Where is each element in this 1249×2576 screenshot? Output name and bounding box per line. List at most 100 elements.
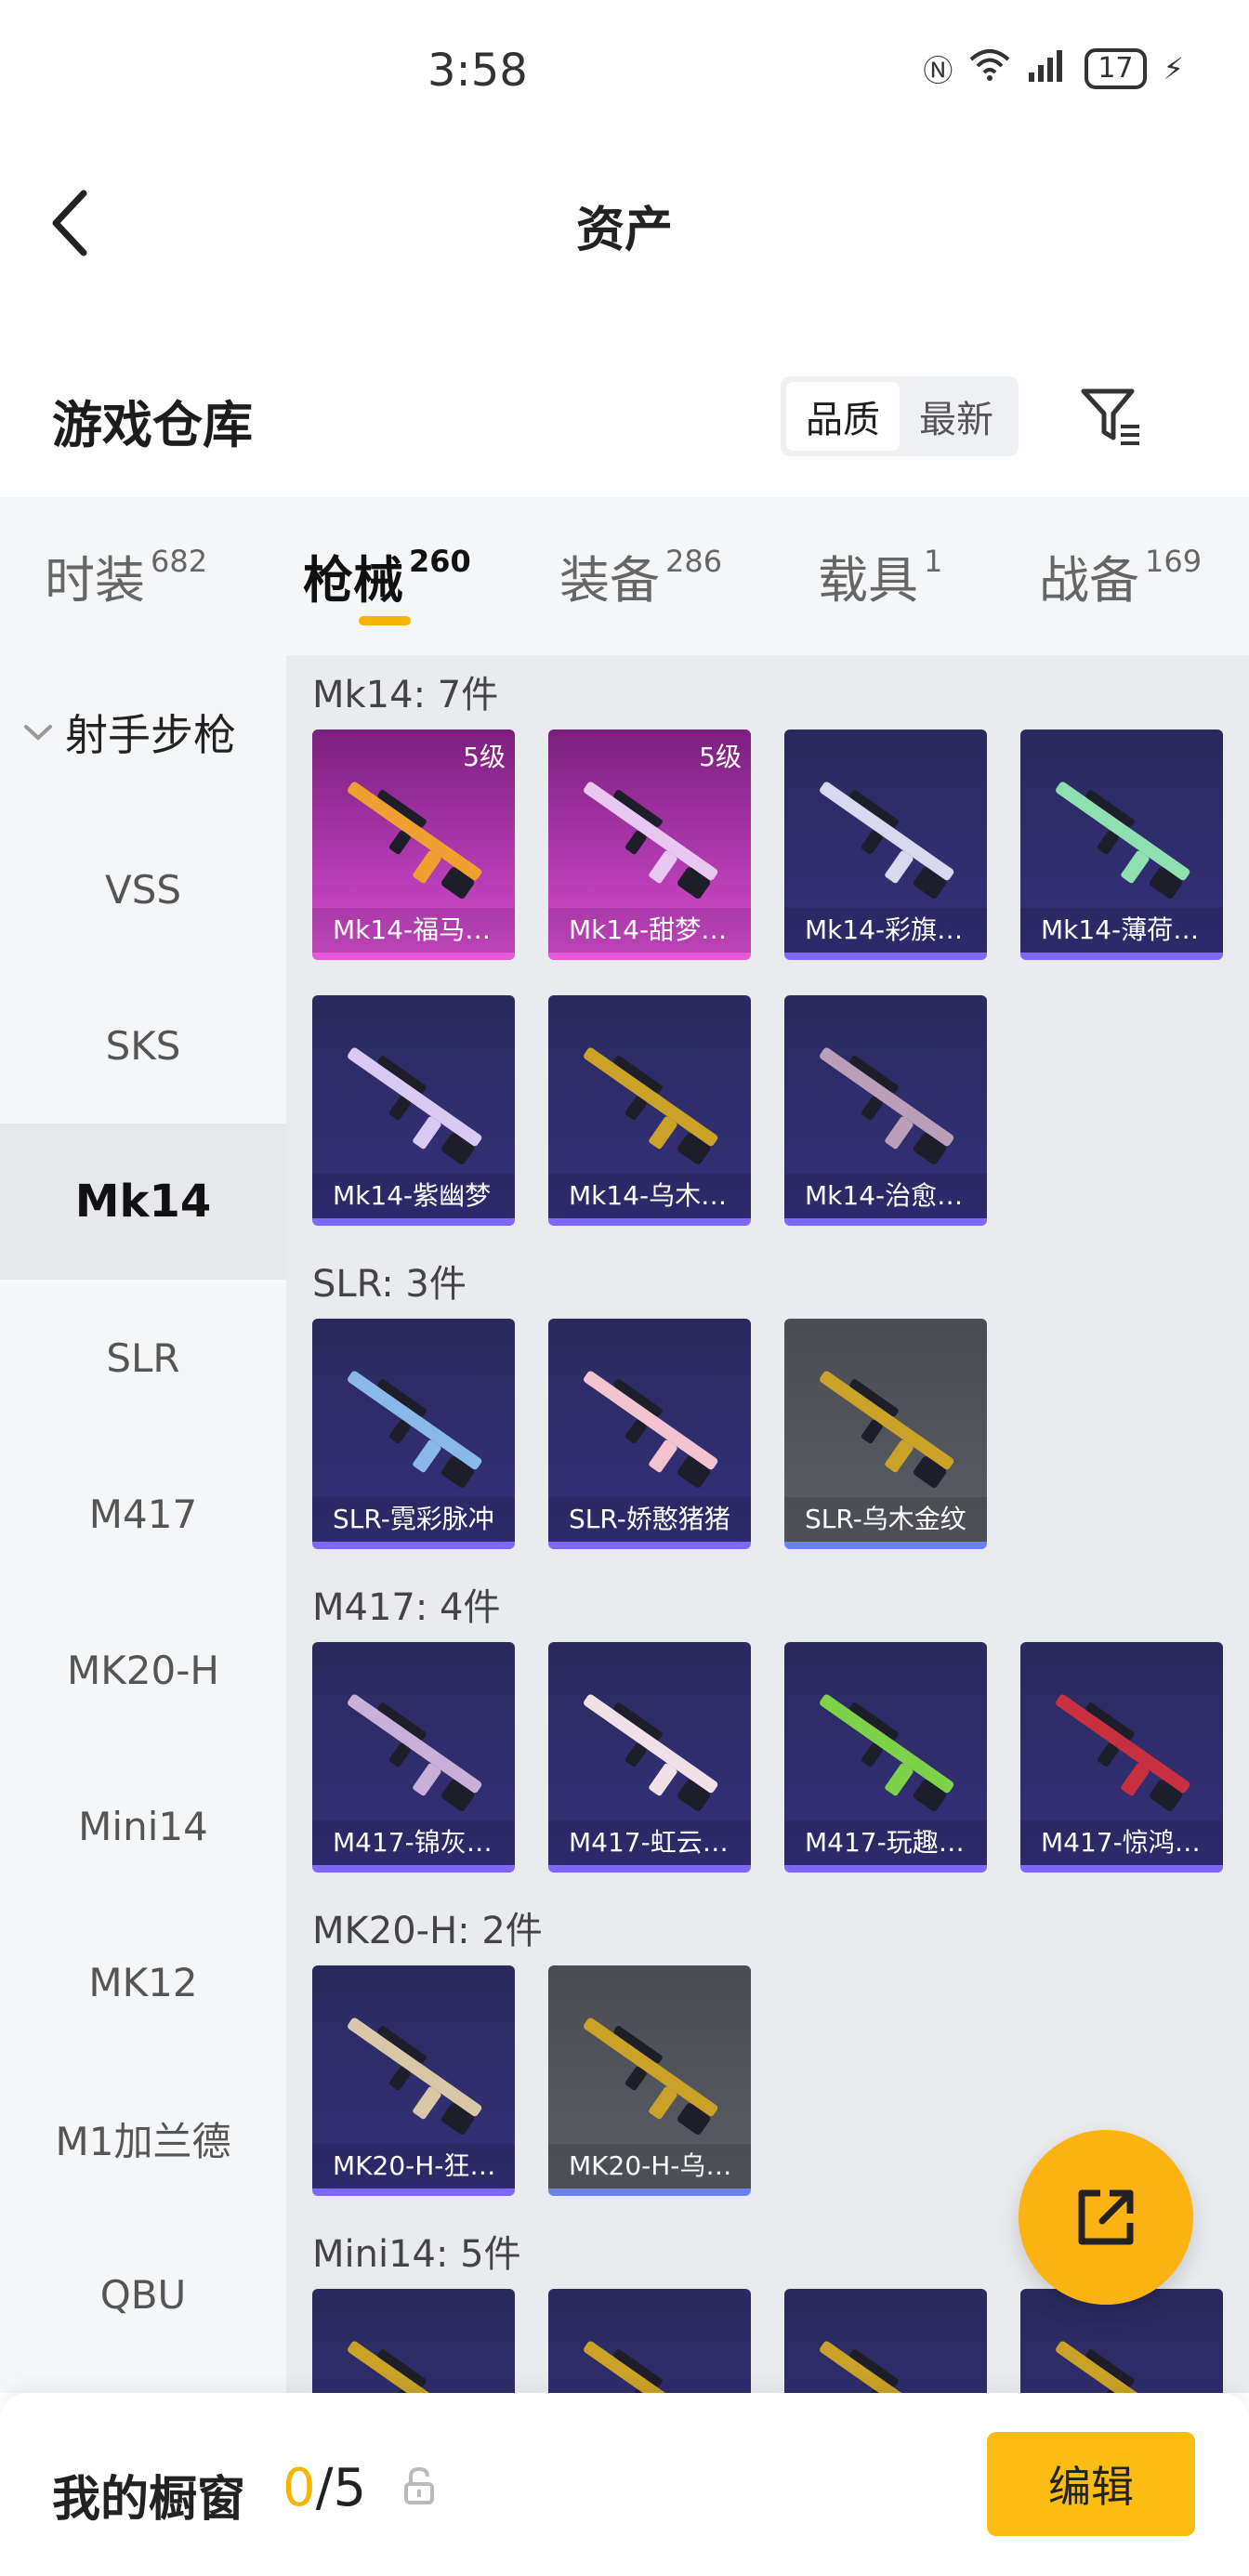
rifle-icon (820, 1694, 954, 1811)
tab-count: 1 (924, 544, 943, 579)
status-bar: 3:58 Ⓝ 17 ⚡ (0, 0, 1249, 139)
rifle-icon (348, 1694, 482, 1811)
tab-count: 286 (665, 544, 723, 579)
tab-active-indicator (359, 616, 411, 625)
sidebar-item-mk12[interactable]: MK12 (0, 1904, 286, 2060)
sidebar-item-qbu[interactable]: QBU (0, 2216, 286, 2372)
rifle-icon (348, 782, 482, 899)
weapon-card[interactable]: M417-玩趣… (784, 1642, 987, 1873)
app-header: 资产 (0, 139, 1249, 297)
weapon-card[interactable]: M417-惊鸿… (1020, 1642, 1223, 1873)
weapon-card[interactable]: Mk14-彩旗… (784, 729, 987, 960)
weapon-card[interactable]: 5级 Mk14-福马… (312, 729, 515, 960)
showcase-current: 0 (283, 2458, 316, 2518)
tab-firearms[interactable]: 枪械 260 (303, 539, 471, 612)
tab-label: 战备 (1039, 551, 1139, 610)
weapon-name: Mk14-乌木… (548, 1174, 751, 1218)
weapon-card[interactable]: SLR-娇憨猪猪 (548, 1319, 751, 1549)
sidebar-group-label: 射手步枪 (65, 710, 236, 760)
weapon-name: Mk14-福马… (312, 908, 515, 953)
rifle-icon (584, 1371, 718, 1488)
showcase-total: /5 (315, 2458, 367, 2518)
sidebar-item-m417[interactable]: M417 (0, 1436, 286, 1592)
tab-label: 装备 (559, 551, 660, 610)
weapon-name: Mk14-甜梦… (548, 908, 751, 953)
weapon-name: MK20-H-乌… (548, 2144, 751, 2188)
weapon-card[interactable] (1020, 2289, 1223, 2393)
rifle-icon (348, 2341, 482, 2393)
showcase-bar: 我的橱窗 0/5 编辑 (0, 2393, 1249, 2576)
chevron-down-icon (24, 725, 52, 741)
weapon-name: SLR-娇憨猪猪 (548, 1497, 751, 1542)
weapon-card[interactable]: Mk14-薄荷… (1020, 729, 1223, 960)
group-title: MK20-H: 2件 (312, 1910, 543, 1952)
rifle-icon (820, 1371, 954, 1488)
filter-icon[interactable] (1078, 384, 1145, 451)
weapon-name: MK20-H-狂… (312, 2144, 515, 2188)
wifi-icon (969, 46, 1010, 91)
sort-toggle: 品质 最新 (781, 376, 1019, 456)
repository-title: 游戏仓库 (52, 396, 253, 454)
sidebar-item-slr[interactable]: SLR (0, 1280, 286, 1436)
weapon-name: M417-惊鸿… (1020, 1820, 1223, 1865)
weapon-name: M417-虹云… (548, 1820, 751, 1865)
sidebar-item-sks[interactable]: SKS (0, 967, 286, 1124)
weapon-name: Mk14-彩旗… (784, 908, 987, 953)
weapon-card[interactable]: 5级 Mk14-甜梦… (548, 729, 751, 960)
status-time: 3:58 (427, 45, 528, 97)
weapon-card[interactable]: SLR-霓彩脉冲 (312, 1319, 515, 1549)
weapon-card[interactable] (548, 2289, 751, 2393)
battery-icon: 17 (1085, 48, 1147, 89)
rifle-icon (584, 1694, 718, 1811)
weapon-card[interactable]: Mk14-治愈… (784, 995, 987, 1226)
tab-label: 时装 (45, 551, 145, 610)
weapon-card[interactable] (784, 2289, 987, 2393)
tab-count: 169 (1145, 544, 1203, 579)
repository-header: 游戏仓库 品质 最新 (0, 367, 1249, 479)
weapon-card[interactable]: Mk14-紫幽梦 (312, 995, 515, 1226)
tab-vehicles[interactable]: 载具 1 (818, 539, 942, 612)
weapon-card[interactable]: SLR-乌木金纹 (784, 1319, 987, 1549)
signal-icon (1027, 46, 1068, 91)
sidebar-item-mk20h[interactable]: MK20-H (0, 1592, 286, 1748)
rifle-icon (348, 1047, 482, 1164)
tab-count: 260 (409, 544, 471, 579)
share-icon (1078, 2189, 1134, 2245)
tab-equipment[interactable]: 装备 286 (559, 539, 722, 612)
nfc-icon: Ⓝ (923, 53, 953, 88)
weapon-name: M417-锦灰… (312, 1820, 515, 1865)
sidebar-item-mini14[interactable]: Mini14 (0, 1748, 286, 1904)
group-title: SLR: 3件 (312, 1263, 467, 1306)
weapon-name: Mk14-薄荷… (1020, 908, 1223, 953)
weapon-card[interactable]: M417-锦灰… (312, 1642, 515, 1873)
sidebar-item-m1-garand[interactable]: M1加兰德 (0, 2060, 286, 2216)
rifle-icon (820, 782, 954, 899)
weapon-card[interactable]: Mk14-乌木… (548, 995, 751, 1226)
tab-fashion[interactable]: 时装 682 (45, 539, 207, 612)
rifle-icon (1056, 782, 1190, 899)
weapon-card[interactable]: M417-虹云… (548, 1642, 751, 1873)
weapon-card[interactable]: MK20-H-狂… (312, 1965, 515, 2196)
weapon-card[interactable]: MK20-H-乌… (548, 1965, 751, 2196)
sidebar-item-mk14[interactable]: Mk14 (0, 1124, 286, 1280)
rifle-icon (820, 2341, 954, 2393)
weapon-card[interactable] (312, 2289, 515, 2393)
status-icons: Ⓝ 17 ⚡ (923, 46, 1184, 91)
weapon-name: Mk14-治愈… (784, 1174, 987, 1218)
group-title: Mk14: 7件 (312, 674, 499, 716)
edit-button[interactable]: 编辑 (987, 2432, 1195, 2536)
sidebar-group-marksman[interactable]: 射手步枪 (22, 702, 236, 763)
sort-option-quality[interactable]: 品质 (786, 382, 900, 451)
tab-label: 枪械 (303, 551, 403, 610)
share-button[interactable] (1019, 2130, 1193, 2305)
rifle-icon (584, 782, 718, 899)
group-title: M417: 4件 (312, 1586, 501, 1629)
showcase-count: 0/5 (283, 2458, 366, 2518)
weapon-name: SLR-霓彩脉冲 (312, 1497, 515, 1542)
lock-icon (404, 2466, 434, 2504)
weapon-name: SLR-乌木金纹 (784, 1497, 987, 1542)
tab-supplies[interactable]: 战备 169 (1039, 539, 1202, 612)
sort-option-newest[interactable]: 最新 (900, 382, 1013, 451)
rifle-icon (584, 2017, 718, 2135)
sidebar-item-vss[interactable]: VSS (0, 811, 286, 967)
